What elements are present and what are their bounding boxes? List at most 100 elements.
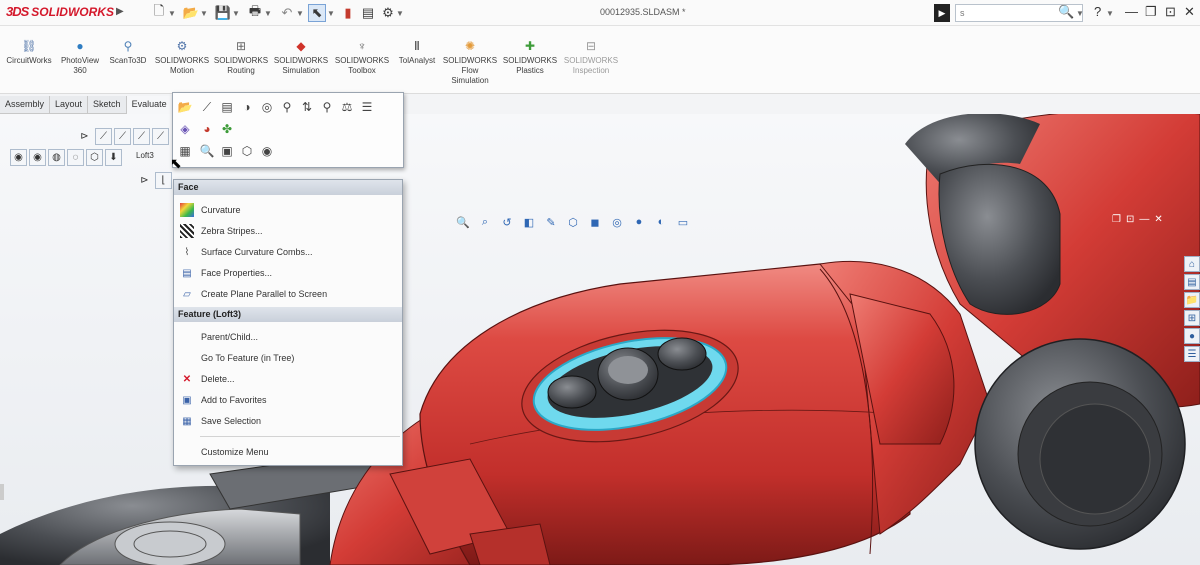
coincident-icon[interactable]: ⟋ — [95, 128, 112, 145]
search-dropdown-icon[interactable]: ▼ — [1076, 4, 1084, 22]
view-settings-icon[interactable]: ▭ — [675, 214, 691, 230]
new-icon[interactable]: 🗋 — [150, 3, 168, 22]
scanto3d-button[interactable]: ⚲ ScanTo3D — [104, 38, 152, 66]
isolate-icon[interactable]: ◌ — [67, 149, 84, 166]
panel-splitter[interactable] — [0, 484, 4, 500]
menu-item-delete[interactable]: ✕ Delete... — [174, 369, 402, 389]
tab-sketch[interactable]: Sketch — [88, 96, 127, 114]
viewport-minimize-icon[interactable]: — — [1139, 214, 1149, 225]
viewport-close-icon[interactable]: ✕ — [1154, 214, 1162, 225]
appearances-icon[interactable]: ● — [1184, 328, 1200, 344]
tolanalyst-button[interactable]: Ⅱ TolAnalyst — [392, 38, 442, 66]
save-dropdown-icon[interactable]: ▼ — [232, 4, 240, 22]
search-icon[interactable]: 🔍 — [1058, 4, 1074, 20]
texture-icon[interactable]: ✤ — [219, 121, 235, 137]
view-orientation-menu-icon[interactable]: ⬡ — [239, 143, 255, 159]
solidworks-inspection-button[interactable]: ⊟ SOLIDWORKS Inspection — [560, 38, 622, 76]
help-dropdown-icon[interactable]: ▼ — [1106, 4, 1114, 22]
solidworks-flow-simulation-button[interactable]: ✺ SOLIDWORKS Flow Simulation — [442, 38, 498, 86]
previous-view-icon[interactable]: ↺ — [499, 214, 515, 230]
menu-item-face-properties[interactable]: ▤ Face Properties... — [174, 263, 402, 283]
perpendicular-icon[interactable]: ⟋ — [133, 128, 150, 145]
solidworks-routing-button[interactable]: ⊞ SOLIDWORKS Routing — [212, 38, 270, 76]
properties-list-icon[interactable]: ☰ — [359, 99, 375, 115]
menu-item-go-to-feature[interactable]: Go To Feature (in Tree) — [174, 348, 402, 368]
undo-icon[interactable]: ↶ — [278, 4, 296, 22]
view-palette-icon[interactable]: ⊞ — [1184, 310, 1200, 326]
options-icon[interactable]: ⚙ — [380, 4, 396, 22]
circuitworks-button[interactable]: ⛓ CircuitWorks — [2, 38, 56, 66]
selection-filter-icon[interactable]: ⊳ — [136, 172, 153, 189]
menu-expand-icon[interactable]: ▶ — [116, 6, 124, 17]
solidworks-simulation-button[interactable]: ◆ SOLIDWORKS Simulation — [270, 38, 332, 76]
appearance-icon[interactable]: ◑ — [239, 99, 255, 115]
hide-component-icon[interactable]: ◉ — [29, 149, 46, 166]
select-dropdown-icon[interactable]: ▼ — [327, 4, 335, 22]
design-library-icon[interactable]: ▤ — [1184, 274, 1200, 290]
restore-icon[interactable]: ❐ — [1145, 4, 1157, 20]
section-view-icon[interactable]: ◧ — [521, 214, 537, 230]
save-icon[interactable]: 💾 — [214, 4, 232, 22]
solidworks-logo[interactable]: 3DS SOLIDWORKS — [6, 4, 114, 19]
solidworks-motion-button[interactable]: ⚙ SOLIDWORKS Motion — [152, 38, 212, 76]
pin-icon[interactable]: ⊡ — [1165, 4, 1176, 20]
evaluate-icon[interactable]: ◈ — [177, 121, 193, 137]
component-properties-icon[interactable]: ▤ — [219, 99, 235, 115]
solidworks-toolbox-button[interactable]: ♆ SOLIDWORKS Toolbox — [332, 38, 392, 76]
tab-assembly[interactable]: Assembly — [0, 96, 51, 114]
hide-show-items-icon[interactable]: ◎ — [609, 214, 625, 230]
options-dropdown-icon[interactable]: ▼ — [396, 4, 404, 22]
help-icon[interactable]: ? — [1094, 4, 1101, 19]
display-style-icon[interactable]: ◼ — [587, 214, 603, 230]
rebuild-icon[interactable]: ▮ — [340, 4, 356, 22]
select-icon[interactable]: ⬉ — [308, 4, 326, 22]
tangent-icon[interactable]: ⟋ — [152, 128, 169, 145]
print-dropdown-icon[interactable]: ▼ — [264, 4, 272, 22]
viewport-tile-icon[interactable]: ⊡ — [1126, 214, 1134, 225]
zoom-to-area-icon[interactable]: ⌕ — [477, 214, 493, 230]
open-part-icon[interactable]: 📂 — [177, 99, 193, 115]
edit-appearance-icon[interactable]: ● — [631, 214, 647, 230]
hide-icon[interactable]: ◎ — [259, 99, 275, 115]
mass-properties-icon[interactable]: ⚖ — [339, 99, 355, 115]
solidworks-plastics-button[interactable]: ✚ SOLIDWORKS Plastics — [500, 38, 560, 76]
menu-item-curvature[interactable]: Curvature — [174, 200, 402, 220]
menu-item-curvature-combs[interactable]: ⌇ Surface Curvature Combs... — [174, 242, 402, 262]
menu-item-save-selection[interactable]: ▦ Save Selection — [174, 411, 402, 431]
file-explorer-icon[interactable]: 📁 — [1184, 292, 1200, 308]
view-mates-icon[interactable]: ⬡ — [86, 149, 103, 166]
open-dropdown-icon[interactable]: ▼ — [200, 4, 208, 22]
view-orientation-icon[interactable]: ⬡ — [565, 214, 581, 230]
display-mode-icon[interactable]: ◉ — [259, 143, 275, 159]
undo-dropdown-icon[interactable]: ▼ — [296, 4, 304, 22]
edit-part-icon[interactable]: ◉ — [10, 149, 27, 166]
custom-properties-icon[interactable]: ☰ — [1184, 346, 1200, 362]
home-icon[interactable]: ⌂ — [1184, 256, 1200, 272]
print-icon[interactable]: 🖶 — [246, 3, 264, 22]
zoom-to-fit-icon[interactable]: 🔍 — [455, 214, 471, 230]
change-transparency-icon[interactable]: ◍ — [48, 149, 65, 166]
menu-item-customize-menu[interactable]: Customize Menu — [174, 442, 402, 462]
close-icon[interactable]: ✕ — [1184, 4, 1195, 20]
apply-scene-icon[interactable]: ◐ — [653, 214, 669, 230]
file-properties-icon[interactable]: ▤ — [360, 4, 376, 22]
sort-icon[interactable]: ⇅ — [299, 99, 315, 115]
mate-icon[interactable]: ⊳ — [76, 128, 93, 145]
viewport-restore-icon[interactable]: ❐ — [1112, 214, 1121, 225]
normal-to-icon[interactable]: ▣ — [219, 143, 235, 159]
parallel-icon[interactable]: ⟋ — [114, 128, 131, 145]
menu-item-zebra-stripes[interactable]: Zebra Stripes... — [174, 221, 402, 241]
smart-dimension-icon[interactable]: ⟋ — [199, 99, 215, 115]
open-icon[interactable]: 📂 — [182, 4, 200, 22]
new-dropdown-icon[interactable]: ▼ — [168, 4, 176, 22]
minimize-icon[interactable]: — — [1125, 4, 1138, 19]
photoview-360-button[interactable]: ● PhotoView 360 — [58, 38, 102, 76]
move-component-icon[interactable]: ⬇ — [105, 149, 122, 166]
zoom-icon[interactable]: 🔍 — [199, 143, 215, 159]
tab-evaluate[interactable]: Evaluate — [126, 96, 173, 114]
menu-item-add-to-favorites[interactable]: ▣ Add to Favorites — [174, 390, 402, 410]
tab-layout[interactable]: Layout — [50, 96, 89, 114]
measure-icon[interactable]: ⚲ — [319, 99, 335, 115]
sketch-icon[interactable]: ⌊ — [155, 172, 172, 189]
menu-item-create-plane[interactable]: ▱ Create Plane Parallel to Screen — [174, 284, 402, 304]
